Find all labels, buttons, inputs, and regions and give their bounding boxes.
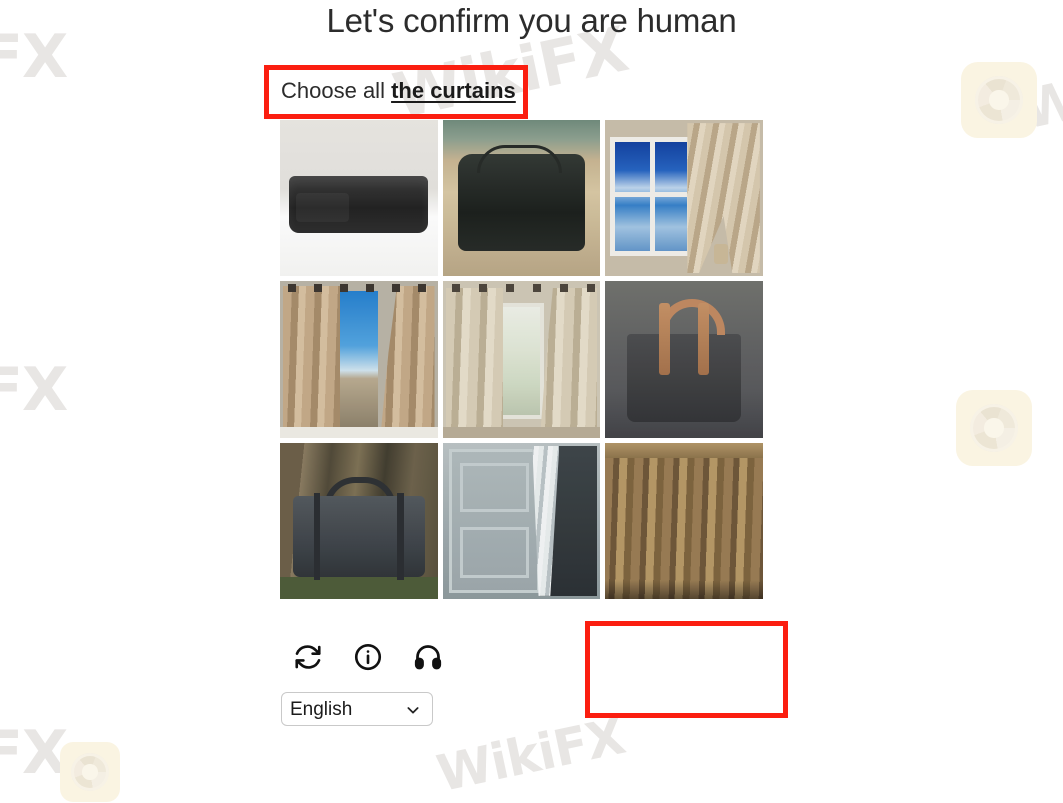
floor-strip [280, 426, 438, 438]
captcha-tile-3[interactable]: Window with beige tied-back curtain [605, 120, 763, 277]
tile-image-door-curtains [442, 442, 601, 599]
curtain-panel-right [380, 286, 435, 432]
confirm-button[interactable]: Confirm [624, 636, 760, 684]
tile-image-tan-curtains [280, 281, 438, 438]
tile-image-window-curtain [605, 120, 763, 277]
captcha-tile-8[interactable]: White and dark curtains beside a door [442, 442, 601, 599]
bag-handle-left [658, 303, 670, 376]
tile-image-bag-on-bed [280, 120, 438, 277]
tile-image-duffel-in-woods [280, 442, 438, 599]
curtain-rod [280, 284, 438, 293]
bag-handle-right [698, 303, 710, 376]
curtain-panel-left [445, 287, 503, 432]
floor-strip [442, 426, 601, 438]
tile-image-tote-bag [605, 281, 763, 438]
info-icon[interactable] [351, 640, 385, 674]
page-title: Let's confirm you are human [326, 2, 737, 39]
instruction-target-object: the curtains [391, 78, 516, 103]
window-view [339, 290, 378, 429]
tile-image-duffel-on-beach [442, 120, 601, 277]
instruction-text: Choose all the curtains [281, 78, 516, 104]
captcha-tile-9[interactable]: Brown pleated curtain [605, 442, 763, 599]
captcha-tile-2[interactable]: Black duffel bag on a beach [442, 120, 601, 277]
captcha-footer-controls [291, 640, 445, 674]
captcha-tile-7[interactable]: Grey duffel bag in woods [280, 442, 438, 599]
curtain-panel-right [540, 287, 598, 432]
window-pane [499, 303, 544, 419]
grass-strip [280, 577, 438, 599]
captcha-widget: Let's confirm you are human Choose all t… [0, 0, 1063, 771]
language-select[interactable]: English [281, 692, 433, 726]
curtain-tieback [714, 243, 729, 264]
window-pane [614, 141, 688, 252]
tile-image-brown-pleated-curtain [605, 442, 763, 599]
captcha-tile-5[interactable]: Beige curtains framing a window [442, 281, 601, 438]
curtain-panel-left [283, 286, 340, 432]
bag-body [292, 493, 426, 580]
headphones-icon[interactable] [411, 640, 445, 674]
curtain-rod [442, 284, 601, 293]
refresh-icon[interactable] [291, 640, 325, 674]
door-panel [448, 448, 541, 593]
captcha-tile-6[interactable]: Dark grey tote bag with leather handles [605, 281, 763, 438]
tile-image-beige-curtains [442, 281, 601, 438]
captcha-image-grid: Black bag on a white bed Black duffel ba… [280, 120, 763, 599]
captcha-tile-4[interactable]: Tan grommet curtains with blue sky view [280, 281, 438, 438]
bag-body [627, 334, 741, 422]
instruction-prefix: Choose all [281, 78, 392, 103]
captcha-tile-1[interactable]: Black bag on a white bed [280, 120, 438, 277]
